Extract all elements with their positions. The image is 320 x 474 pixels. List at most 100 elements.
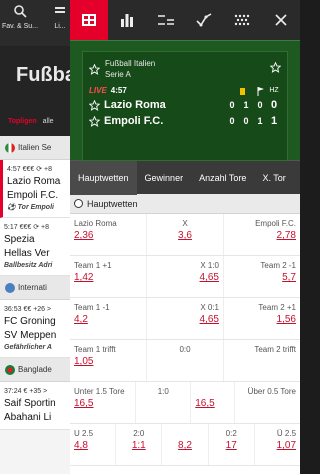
match-item[interactable]: 4:57 €€€ ⟳ +8 Lazio Roma Empoli F.C. ⚽ T… <box>0 160 70 218</box>
nav-label: Fav. & Su... <box>1 23 39 30</box>
bet-option[interactable]: 1:0 <box>136 382 192 423</box>
trend-tab[interactable] <box>185 0 223 40</box>
league-name: Serie A <box>105 70 131 79</box>
lineup-icon <box>157 15 174 25</box>
statistics-tab[interactable] <box>108 0 146 40</box>
option-odd: 2,78 <box>276 230 296 241</box>
tab-hauptwetten[interactable]: Hauptwetten <box>70 160 137 195</box>
scoreboard-icon <box>82 14 97 26</box>
match-time: 4:57 €€€ ⟳ +8 <box>7 166 52 173</box>
option-label: Empoli F.C. <box>255 219 296 228</box>
tab-x-tor[interactable]: X. Tor <box>254 161 293 195</box>
favorite-team-star-icon[interactable] <box>89 99 100 111</box>
bet-option[interactable]: Ü 2.5 1,07 <box>255 424 300 465</box>
field-tab[interactable] <box>223 0 261 40</box>
tab-topligen[interactable]: Topligen <box>8 118 37 125</box>
team-row-home: Lazio Roma 0 1 0 0 <box>89 97 281 113</box>
bet-option[interactable]: U 2.5 4,8 <box>70 424 117 465</box>
tab-anzahl-tore[interactable]: Anzahl Tore <box>191 161 254 195</box>
section-title: Hauptwetten <box>87 198 138 209</box>
scoreboard: Fußball Italien Serie A LIVE 4:57 HZ Laz… <box>70 40 300 161</box>
team-2: Abahani Li <box>4 412 52 423</box>
match-time: 37:24 € +35 > <box>4 388 48 395</box>
bet-option[interactable]: 16,5 <box>191 382 235 423</box>
home-halftime-score: 0 <box>257 100 263 110</box>
tab-gewinner[interactable]: Gewinner <box>137 161 192 195</box>
tab-alle[interactable]: alle <box>43 118 54 125</box>
team-2: Empoli F.C. <box>7 190 59 201</box>
bet-option[interactable]: Team 2 -1 5,7 <box>224 256 300 297</box>
match-item[interactable]: 37:24 € +35 > Saif Sportin Abahani Li <box>0 382 70 430</box>
bet-option[interactable]: Team 1 -1 4,2 <box>70 298 147 339</box>
live-status-row: LIVE 4:57 HZ <box>89 85 281 97</box>
favorite-match-star-icon[interactable] <box>270 62 281 73</box>
option-label: Über 0.5 Tore <box>247 387 296 396</box>
bet-option[interactable]: Team 1 +1 1,42 <box>70 256 147 297</box>
match-item[interactable]: 5:17 €€€ ⟳ +8 Spezia Hellas Ver Ballbesi… <box>0 218 70 276</box>
bet-option[interactable]: Unter 1.5 Tore 16,5 <box>70 382 137 423</box>
bet-option[interactable]: Team 1 trifft 1,05 <box>70 340 147 381</box>
globe-icon <box>5 282 15 293</box>
market-rows: Lazio Roma 2,36 X 3,6 Empoli F.C. 2,78 Team… <box>70 214 300 466</box>
option-odd: 4,65 <box>199 314 219 325</box>
option-label: Unter 1.5 Tore <box>74 387 125 396</box>
favorite-team-star-icon[interactable] <box>89 115 100 127</box>
option-label: Team 2 +1 <box>258 303 296 312</box>
bet-option[interactable]: X 0:1 4,65 <box>147 298 224 339</box>
team-1: Lazio Roma <box>7 176 61 187</box>
halftime-label: HZ <box>269 87 279 94</box>
league-header[interactable]: Internati <box>0 276 70 300</box>
option-odd: 5,7 <box>282 272 296 283</box>
favorite-league-star-icon[interactable] <box>89 64 100 75</box>
bet-option[interactable]: 2:0 1:1 <box>116 424 163 465</box>
league-country: Fußball Italien <box>105 59 156 68</box>
panel-toolbar <box>70 0 300 40</box>
football-icon <box>74 199 83 208</box>
market-tabs: Hauptwetten Gewinner Anzahl Tore X. Tor <box>70 160 300 195</box>
market-row: Unter 1.5 Tore 16,5 1:0 16,5 Über 0.5 Tor… <box>70 382 300 424</box>
home-score: 0 <box>270 99 278 111</box>
team-2: Hellas Ver <box>4 248 50 259</box>
italy-flag-icon <box>5 142 15 153</box>
option-odd: 1,07 <box>276 440 297 451</box>
option-odd: 1,42 <box>74 272 94 283</box>
bet-option[interactable]: Lazio Roma 2,36 <box>70 214 147 255</box>
option-label: Team 2 trifft <box>254 345 296 354</box>
league-header[interactable]: Banglade <box>0 358 70 382</box>
league-filter-tabs: Topligen alle <box>0 110 70 132</box>
option-label: 2:0 <box>133 429 145 438</box>
market-row: Team 1 +1 1,42 X 1:0 4,65 Team 2 -1 5,7 <box>70 256 300 298</box>
nav-favorites-search[interactable]: Fav. & Su... <box>0 0 40 46</box>
league-name: Italien Se <box>18 143 52 152</box>
lineup-tab[interactable] <box>147 0 185 40</box>
match-item[interactable]: 36:53 €€ +26 > FC Groning SV Meppen Gefä… <box>0 300 70 358</box>
option-label: X <box>182 219 188 228</box>
close-button[interactable] <box>262 0 300 40</box>
yellow-card-icon <box>240 87 245 95</box>
bet-option[interactable]: Team 2 +1 1,56 <box>224 298 300 339</box>
option-label: U 2.5 <box>74 429 94 438</box>
market-section-header: Hauptwetten <box>70 194 300 214</box>
option-odd: 1,56 <box>276 314 296 325</box>
league-header[interactable]: Italien Se <box>0 136 70 160</box>
team-1: Saif Sportin <box>4 398 56 409</box>
bangladesh-flag-icon <box>5 364 15 375</box>
option-odd: 4,8 <box>74 440 88 451</box>
bet-option[interactable]: X 3,6 <box>147 214 224 255</box>
bet-option[interactable]: 8,2 <box>162 424 209 465</box>
market-row: Lazio Roma 2,36 X 3,6 Empoli F.C. 2,78 <box>70 214 300 256</box>
scoreboard-tab[interactable] <box>70 0 109 40</box>
nav-label: Li... <box>54 23 66 30</box>
match-clock: 4:57 <box>110 86 127 95</box>
bet-option[interactable]: 0:0 <box>147 340 224 381</box>
home-yellow-cards: 0 <box>229 100 235 110</box>
bet-option[interactable]: Team 2 trifft <box>224 340 300 381</box>
trend-icon <box>196 13 212 27</box>
option-odd: 2,36 <box>74 230 94 241</box>
bet-option[interactable]: X 1:0 4,65 <box>147 256 224 297</box>
bet-option[interactable]: 0:2 17 <box>209 424 255 465</box>
search-icon <box>0 4 40 23</box>
bet-option[interactable]: Empoli F.C. 2,78 <box>224 214 300 255</box>
league-name: Banglade <box>18 365 52 374</box>
bet-option[interactable]: Über 0.5 Tore <box>235 382 300 423</box>
